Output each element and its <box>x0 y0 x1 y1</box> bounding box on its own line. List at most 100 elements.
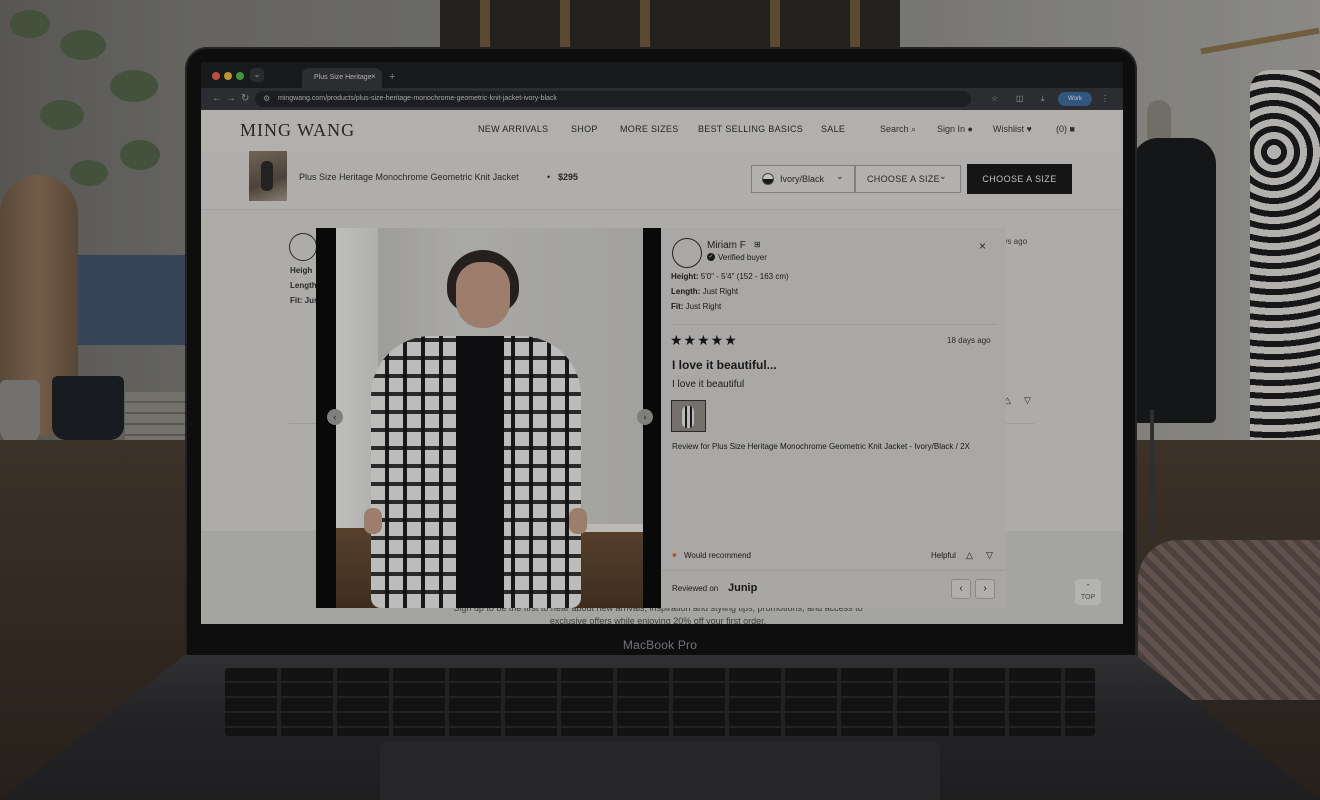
search-icon: ⌕ <box>911 124 917 134</box>
bg-review-line: Fit: Jus <box>290 296 319 305</box>
plant-leaf <box>70 160 108 186</box>
tab-close-icon[interactable]: × <box>371 70 376 84</box>
person-face <box>456 262 510 328</box>
nav-best-selling-basics[interactable]: BEST SELLING BASICS <box>698 124 803 134</box>
url-text: mingwang.com/products/plus-size-heritage… <box>278 95 557 102</box>
sign-in-link[interactable]: Sign In ● <box>937 124 973 134</box>
background-window <box>70 255 190 345</box>
window-close-button[interactable] <box>212 72 220 80</box>
plant-leaf <box>60 30 106 60</box>
attribute-fit: Fit: Just Right <box>671 302 721 311</box>
review-photo-thumbnail[interactable] <box>671 400 706 432</box>
star-rating-icon: ★★★★★ <box>670 332 738 348</box>
extensions-icon[interactable]: ◫ <box>1016 93 1024 105</box>
bookmark-star-icon[interactable]: ☆ <box>991 93 998 105</box>
downvote-icon[interactable]: ▽ <box>1024 395 1031 406</box>
cart-count: (0) <box>1056 124 1067 134</box>
wishlist-link[interactable]: Wishlist ♥ <box>993 124 1032 134</box>
new-tab-icon[interactable]: + <box>389 70 395 84</box>
nav-sale[interactable]: SALE <box>821 124 845 134</box>
review-body: I love it beautiful <box>672 379 745 390</box>
reviewer-name: Miriam F <box>707 240 746 251</box>
clothing-rack-pole <box>1150 410 1154 540</box>
gift-icon: ⊞ <box>754 240 761 249</box>
attribute-value: Just Right <box>685 302 722 311</box>
plant-leaf <box>40 100 84 130</box>
cart-link[interactable]: (0) ■ <box>1056 124 1075 134</box>
person-dress <box>456 336 504 608</box>
color-variant-label: Ivory/Black <box>780 174 825 184</box>
review-product-reference: Review for Plus Size Heritage Monochrome… <box>672 442 970 451</box>
shelf-slat <box>770 0 780 48</box>
sofa <box>1138 540 1320 700</box>
bg-review-line: Length <box>290 281 317 290</box>
shelf-slat <box>640 0 650 48</box>
downvote-icon[interactable]: ▽ <box>986 550 993 561</box>
profile-chip[interactable]: Work <box>1058 92 1092 106</box>
laptop-screen: ⌄ Plus Size Heritage × + ← → ↻ ⚙ mingwan… <box>201 62 1123 624</box>
search-link[interactable]: Search ⌕ <box>880 124 916 135</box>
browser-tab[interactable]: Plus Size Heritage <box>302 68 382 88</box>
window-minimize-button[interactable] <box>224 72 232 80</box>
shelf-slat <box>850 0 860 48</box>
nav-shop[interactable]: SHOP <box>571 124 598 134</box>
reviewer-avatar-icon <box>289 233 317 261</box>
reload-icon[interactable]: ↻ <box>241 91 249 107</box>
tab-search-icon[interactable]: ⌄ <box>250 68 264 82</box>
back-to-top-button[interactable]: ⌃ TOP <box>1075 579 1101 605</box>
window-zoom-button[interactable] <box>236 72 244 80</box>
reviewer-avatar-icon <box>672 238 702 268</box>
reviewed-on-label: Reviewed on <box>672 584 719 593</box>
laptop-keyboard <box>225 668 1095 736</box>
back-icon[interactable]: ← <box>212 91 222 107</box>
nav-new-arrivals[interactable]: NEW ARRIVALS <box>478 124 548 134</box>
mannequin-dress <box>1132 138 1216 423</box>
chevron-down-icon: ⌄ <box>939 171 947 181</box>
photo-next-button[interactable]: › <box>637 409 653 425</box>
attribute-value: 5'0" - 5'4" (152 - 163 cm) <box>700 272 789 281</box>
shelf-slat <box>560 0 570 48</box>
search-label: Search <box>880 124 909 134</box>
review-date: 18 days ago <box>947 336 991 345</box>
person-hand <box>569 508 587 534</box>
helpful-label: Helpful <box>931 551 956 560</box>
person-hand <box>364 508 382 534</box>
sign-in-label: Sign In <box>937 124 966 134</box>
size-select-label: CHOOSE A SIZE <box>867 174 940 184</box>
attribute-label: Fit: <box>671 302 684 311</box>
attribute-label: Height: <box>671 272 699 281</box>
chevron-up-icon: ⌃ <box>1085 584 1091 591</box>
nav-more-sizes[interactable]: MORE SIZES <box>620 124 679 134</box>
would-recommend-label: Would recommend <box>684 551 751 560</box>
review-next-button[interactable]: › <box>975 579 995 599</box>
user-icon: ● <box>967 124 973 134</box>
upvote-icon[interactable]: △ <box>966 550 973 561</box>
product-title: Plus Size Heritage Monochrome Geometric … <box>299 172 519 182</box>
forward-icon[interactable]: → <box>226 91 236 107</box>
photo-prev-button[interactable]: ‹ <box>327 409 343 425</box>
close-icon[interactable]: × <box>979 239 986 253</box>
site-logo[interactable]: MING WANG <box>240 120 355 141</box>
attribute-value: Just Right <box>702 287 739 296</box>
background-shelf <box>440 0 900 48</box>
product-thumbnail[interactable] <box>249 151 287 201</box>
cup <box>0 380 40 444</box>
choose-size-button[interactable]: CHOOSE A SIZE <box>967 164 1072 194</box>
bg-review-line: Heigh <box>290 266 313 275</box>
chevron-down-icon: ⌄ <box>836 171 844 181</box>
browser-menu-icon[interactable]: ⋮ <box>1101 93 1109 105</box>
shelf-slat <box>480 0 490 48</box>
review-photo <box>316 228 661 608</box>
heart-icon: ♥ <box>1026 124 1032 134</box>
heart-icon: ♥ <box>672 551 677 560</box>
download-icon[interactable]: ⤓ <box>1041 93 1045 105</box>
laptop-brand-label: MacBook Pro <box>622 638 698 652</box>
attribute-height: Height: 5'0" - 5'4" (152 - 163 cm) <box>671 272 789 281</box>
title-separator: • <box>547 172 551 182</box>
site-settings-icon[interactable]: ⚙ <box>263 93 270 105</box>
verified-buyer-label: Verified buyer <box>718 253 767 262</box>
product-price: $295 <box>558 172 579 182</box>
printed-dress <box>1250 70 1320 480</box>
review-prev-button[interactable]: ‹ <box>951 579 971 599</box>
plant-leaf <box>120 140 160 170</box>
